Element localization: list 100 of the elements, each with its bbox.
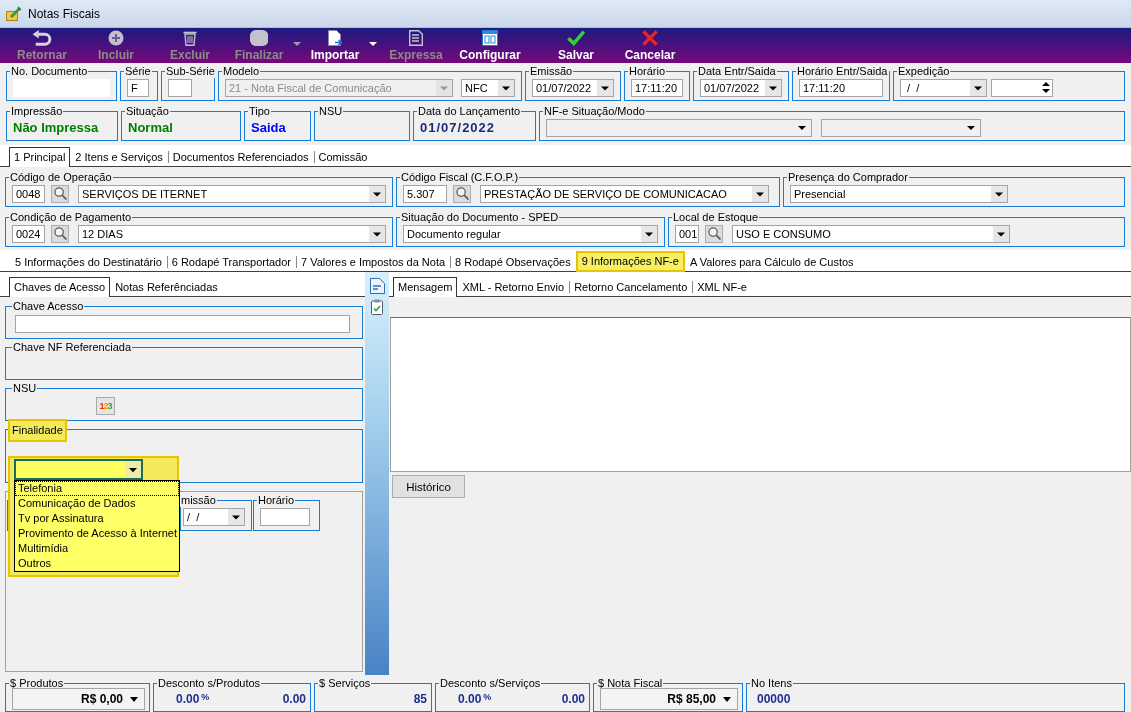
tab[interactable]: XML - Retorno Envio [457, 277, 570, 296]
search-icon [53, 187, 67, 200]
search-button[interactable] [51, 184, 69, 203]
dropdown-field[interactable] [821, 118, 981, 137]
group-label: Chave NF Referenciada [12, 341, 132, 354]
caret-icon [436, 79, 452, 96]
window-title: Notas Fiscais [28, 6, 101, 21]
status-value: Saida [251, 120, 286, 135]
dropdown-field[interactable]: 01/07/2022 [700, 78, 782, 97]
text-field[interactable] [260, 508, 310, 526]
caret-icon [970, 79, 986, 96]
tab[interactable]: XML NF-e [692, 277, 752, 296]
tab[interactable]: Comissão [313, 147, 373, 166]
caret-icon [993, 225, 1009, 242]
undo-icon [32, 30, 52, 46]
tab[interactable]: Notas Referênciadas [110, 277, 223, 296]
text-field[interactable]: 17:11:20 [799, 78, 883, 97]
caret-icon [293, 42, 301, 46]
dropdown-option[interactable]: Provimento de Acesso à Internet [15, 526, 179, 541]
message-field[interactable] [390, 317, 1131, 472]
text-field[interactable]: 5.307 [403, 184, 447, 203]
group-label: NF-e Situação/Modo [543, 105, 646, 118]
search-button[interactable] [705, 224, 723, 243]
toolbar-button[interactable]: Cancelar [613, 28, 687, 63]
spin-arrows-icon [1042, 82, 1050, 93]
dropdown-field[interactable]: / / [900, 78, 987, 97]
caret-icon [798, 125, 806, 130]
group-label: Presença do Comprador [787, 171, 909, 184]
dropdown-option[interactable]: Outros [15, 556, 179, 571]
group-label: Expedição [897, 65, 951, 78]
dropdown-field[interactable]: SERVIÇOS DE ITERNET [78, 184, 386, 203]
tab[interactable]: 5 Informações do Destinatário [10, 252, 167, 271]
caret-icon [130, 696, 138, 702]
text-field[interactable]: F [127, 78, 149, 97]
clipboard-check-icon[interactable] [371, 299, 383, 315]
tab[interactable]: Documentos Referenciados [167, 147, 314, 166]
history-button[interactable]: Histórico [392, 475, 465, 498]
group-label: Data Entr/Saida [697, 65, 777, 78]
document-arrow-icon [327, 30, 343, 46]
group-label: NSU [12, 382, 38, 395]
sequence-button[interactable]: 123 [96, 397, 115, 415]
cross-icon [642, 30, 658, 46]
caret-icon [752, 185, 768, 202]
dropdown-field[interactable]: R$ 85,00 [600, 688, 738, 710]
dropdown-field[interactable]: 01/07/2022 [532, 78, 614, 97]
caret-icon [991, 185, 1007, 202]
caret-icon [369, 225, 385, 242]
toolbar-button[interactable]: Importar [303, 28, 379, 63]
text-field[interactable] [168, 78, 192, 97]
text-field[interactable]: 17:11:20 [631, 78, 683, 97]
caret-icon [498, 79, 514, 96]
text-field[interactable]: 0024 [12, 224, 45, 243]
spin-field[interactable] [991, 78, 1053, 97]
tab[interactable]: 8 Rodapé Observações [450, 252, 576, 271]
group-label: Horário Entr/Saida [796, 65, 889, 78]
text-field[interactable]: 001 [675, 224, 699, 243]
group-label: Chave Acesso [12, 300, 85, 313]
caret-icon [641, 225, 657, 242]
dropdown-option[interactable]: Comunicação de Dados [15, 496, 179, 511]
dropdown-field[interactable]: PRESTAÇÃO DE SERVIÇO DE COMUNICACAO [480, 184, 769, 203]
percent-value: 0.00 $^{%}$ [458, 692, 492, 706]
dropdown-field[interactable] [14, 459, 143, 480]
dropdown-field[interactable]: R$ 0,00 [12, 688, 145, 710]
tab[interactable]: 2 Itens e Serviços [70, 147, 168, 166]
status-value: 01/07/2022 [420, 120, 496, 135]
toolbar-button[interactable]: Configurar [453, 28, 527, 63]
caret-icon [125, 461, 141, 478]
dropdown-field[interactable]: 12 DIAS [78, 224, 386, 243]
dropdown-option[interactable]: Multimídia [15, 541, 179, 556]
search-icon [707, 227, 721, 240]
caret-icon [369, 42, 377, 46]
search-button[interactable] [453, 184, 471, 203]
tab[interactable]: 1 Principal [9, 147, 71, 167]
group-label: Desconto s/Produtos [157, 677, 262, 690]
dropdown-field[interactable]: USO E CONSUMO [732, 224, 1010, 243]
tab[interactable]: 6 Rodapé Transportador [166, 252, 296, 271]
tab[interactable]: Mensagem [393, 277, 458, 297]
tab[interactable]: A Valores para Cálculo de Custos [684, 252, 859, 271]
group-label: Sub-Série [165, 65, 216, 78]
dropdown-field[interactable]: / / [183, 508, 245, 526]
tab[interactable]: 9 Informações NF-e [575, 251, 685, 272]
group-label: No. Documento [10, 65, 89, 78]
dropdown-field[interactable]: Presencial [790, 184, 1008, 203]
toolbar-button[interactable]: Salvar [539, 28, 613, 63]
caret-icon [723, 696, 731, 702]
tab[interactable]: 7 Valores e Impostos da Nota [296, 252, 451, 271]
text-field[interactable] [15, 315, 350, 333]
group-label: Tipo [248, 105, 271, 118]
amount-value: 85 [413, 692, 427, 706]
dropdown-field[interactable]: Documento regular [403, 224, 658, 243]
document-icon[interactable] [369, 278, 385, 294]
search-button[interactable] [51, 224, 69, 243]
group-label: Data do Lançamento [417, 105, 522, 118]
tab[interactable]: Chaves de Acesso [9, 277, 111, 297]
caret-icon [765, 79, 781, 96]
dropdown-field[interactable] [546, 118, 812, 137]
dropdown-field[interactable]: NFC [461, 78, 515, 97]
tab[interactable]: Retorno Cancelamento [569, 277, 693, 296]
dropdown-option[interactable]: Telefonia [15, 481, 179, 496]
text-field[interactable]: 0048 [12, 184, 45, 203]
